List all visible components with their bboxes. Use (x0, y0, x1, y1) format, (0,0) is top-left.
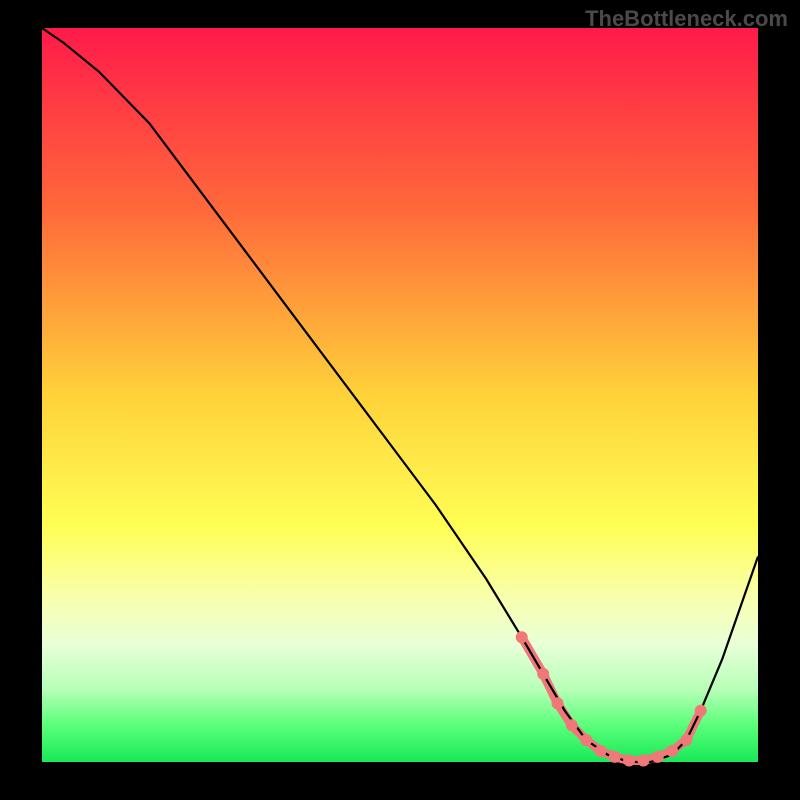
marker-dot (609, 751, 621, 763)
marker-dot (537, 668, 549, 680)
marker-dot (695, 705, 707, 717)
marker-dot (666, 745, 678, 757)
marker-dot (580, 734, 592, 746)
marker-dot (637, 755, 649, 767)
marker-dot (595, 745, 607, 757)
marker-dot (623, 755, 635, 767)
marker-dot (566, 719, 578, 731)
marker-dot (652, 751, 664, 763)
marker-dot (680, 734, 692, 746)
marker-dot (552, 697, 564, 709)
bottleneck-curve (42, 28, 758, 762)
watermark-text: TheBottleneck.com (585, 6, 788, 32)
curve-layer (42, 28, 758, 762)
plot-area (42, 28, 758, 762)
marker-segment (522, 637, 701, 760)
marker-dot (516, 631, 528, 643)
